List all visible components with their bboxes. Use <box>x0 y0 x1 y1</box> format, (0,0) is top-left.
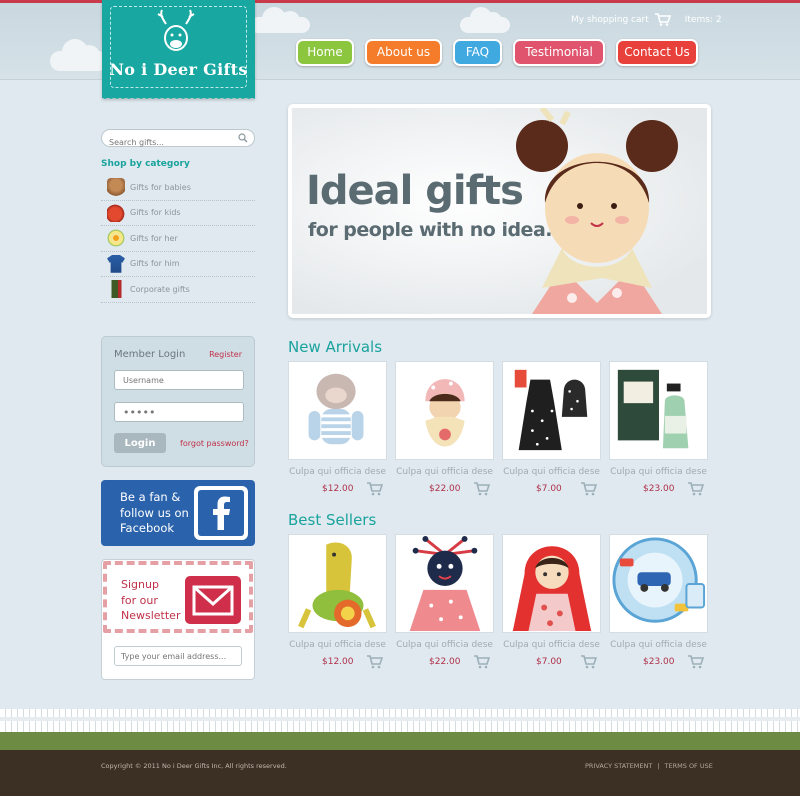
add-to-cart-icon[interactable] <box>688 482 704 496</box>
product-name[interactable]: Culpa qui officia dese <box>502 467 601 477</box>
mail-icon <box>185 576 241 624</box>
footer-separator: | <box>657 762 660 770</box>
nav-contact-us[interactable]: Contact Us <box>616 39 698 66</box>
newsletter-envelope: Signup for our Newsletter <box>103 561 253 633</box>
product-image[interactable] <box>502 361 601 460</box>
product-image[interactable] <box>288 534 387 633</box>
add-to-cart-icon[interactable] <box>688 655 704 669</box>
category-title: Shop by category <box>101 159 190 169</box>
footer-links: PRIVACY STATEMENT | TERMS OF USE <box>585 762 713 770</box>
nav-about-us[interactable]: About us <box>365 39 442 66</box>
category-item-him[interactable]: Gifts for him <box>101 252 255 277</box>
product-name[interactable]: Culpa qui officia dese <box>609 640 708 650</box>
add-to-cart-icon[interactable] <box>474 482 490 496</box>
new-arrivals-title: New Arrivals <box>288 338 383 356</box>
nav-faq[interactable]: FAQ <box>453 39 502 66</box>
product-name[interactable]: Culpa qui officia dese <box>395 467 494 477</box>
logo-text: No i Deer Gifts <box>109 60 248 79</box>
product-image[interactable] <box>609 534 708 633</box>
main-nav: Home About us FAQ Testimonial Contact Us <box>296 39 698 66</box>
product-price: $7.00 <box>536 484 562 494</box>
doll-image <box>516 108 678 314</box>
site-logo[interactable]: No i Deer Gifts <box>102 0 255 101</box>
product-price: $22.00 <box>429 484 461 494</box>
privacy-statement-link[interactable]: PRIVACY STATEMENT <box>585 762 652 770</box>
facebook-banner[interactable]: Be a fan & follow us on Facebook <box>101 480 255 546</box>
add-to-cart-icon[interactable] <box>367 655 383 669</box>
facebook-icon[interactable] <box>194 486 248 540</box>
product-card[interactable]: Culpa qui officia dese $23.00 <box>609 534 708 671</box>
search-icon[interactable] <box>238 133 248 143</box>
best-sellers-title: Best Sellers <box>288 511 377 529</box>
search-input[interactable] <box>109 138 229 147</box>
shirt-icon <box>107 254 125 273</box>
product-name[interactable]: Culpa qui officia dese <box>502 640 601 650</box>
nav-testimonial[interactable]: Testimonial <box>513 39 605 66</box>
product-price: $7.00 <box>536 657 562 667</box>
terms-of-use-link[interactable]: TERMS OF USE <box>665 762 713 770</box>
product-card[interactable]: Culpa qui officia dese $22.00 <box>395 534 494 671</box>
teddy-bear-icon <box>107 178 125 197</box>
cart-items-count: Items: 2 <box>684 14 722 25</box>
add-to-cart-icon[interactable] <box>474 655 490 669</box>
username-field[interactable] <box>114 370 244 390</box>
wine-bottle-icon <box>107 280 125 299</box>
member-login-panel: Member Login Register Login forgot passw… <box>101 336 255 467</box>
footer <box>0 750 800 796</box>
product-image[interactable] <box>288 361 387 460</box>
cloud-decoration <box>460 7 510 33</box>
product-name[interactable]: Culpa qui officia dese <box>609 467 708 477</box>
cart-icon[interactable] <box>654 13 671 26</box>
newsletter-email-field[interactable] <box>114 646 242 666</box>
product-image[interactable] <box>502 534 601 633</box>
search-box <box>101 129 255 147</box>
product-name[interactable]: Culpa qui officia dese <box>288 467 387 477</box>
product-card[interactable]: Culpa qui officia dese $7.00 <box>502 361 601 498</box>
flower-icon <box>107 229 125 248</box>
cloud-decoration <box>50 39 108 71</box>
product-price: $22.00 <box>429 657 461 667</box>
cart-label[interactable]: My shopping cart <box>571 15 649 25</box>
product-image[interactable] <box>395 361 494 460</box>
product-image[interactable] <box>395 534 494 633</box>
category-item-corporate[interactable]: Corporate gifts <box>101 277 255 303</box>
copyright-text: Copyright © 2011 No i Deer Gifts Inc, Al… <box>101 762 287 770</box>
product-price: $23.00 <box>643 484 675 494</box>
banner-headline: Ideal gifts <box>306 168 524 214</box>
product-image[interactable] <box>609 361 708 460</box>
nav-home[interactable]: Home <box>296 39 354 66</box>
add-to-cart-icon[interactable] <box>581 482 597 496</box>
product-price: $23.00 <box>643 657 675 667</box>
category-item-kids[interactable]: Gifts for kids <box>101 201 255 226</box>
category-item-her[interactable]: Gifts for her <box>101 226 255 252</box>
shopping-cart-link[interactable]: My shopping cart Items: 2 <box>571 13 722 26</box>
product-card[interactable]: Culpa qui officia dese $7.00 <box>502 534 601 671</box>
product-card[interactable]: Culpa qui officia dese $12.00 <box>288 534 387 671</box>
product-name[interactable]: Culpa qui officia dese <box>288 640 387 650</box>
product-card[interactable]: Culpa qui officia dese $23.00 <box>609 361 708 498</box>
category-list: Gifts for babies Gifts for kids Gifts fo… <box>101 175 255 303</box>
cloud-decoration <box>250 7 310 33</box>
product-name[interactable]: Culpa qui officia dese <box>395 640 494 650</box>
product-price: $12.00 <box>322 484 354 494</box>
password-field[interactable] <box>114 402 244 422</box>
hero-banner[interactable]: Ideal gifts for people with no idea... <box>288 104 711 318</box>
register-link[interactable]: Register <box>209 350 242 359</box>
product-price: $12.00 <box>322 657 354 667</box>
deer-icon <box>157 9 195 51</box>
login-button[interactable]: Login <box>114 433 166 453</box>
category-item-babies[interactable]: Gifts for babies <box>101 175 255 201</box>
add-to-cart-icon[interactable] <box>367 482 383 496</box>
login-title: Member Login <box>114 349 186 360</box>
product-card[interactable]: Culpa qui officia dese $12.00 <box>288 361 387 498</box>
apple-icon <box>107 203 125 222</box>
product-card[interactable]: Culpa qui officia dese $22.00 <box>395 361 494 498</box>
forgot-password-link[interactable]: forgot password? <box>180 439 249 448</box>
add-to-cart-icon[interactable] <box>581 655 597 669</box>
newsletter-panel: Signup for our Newsletter <box>101 559 255 680</box>
